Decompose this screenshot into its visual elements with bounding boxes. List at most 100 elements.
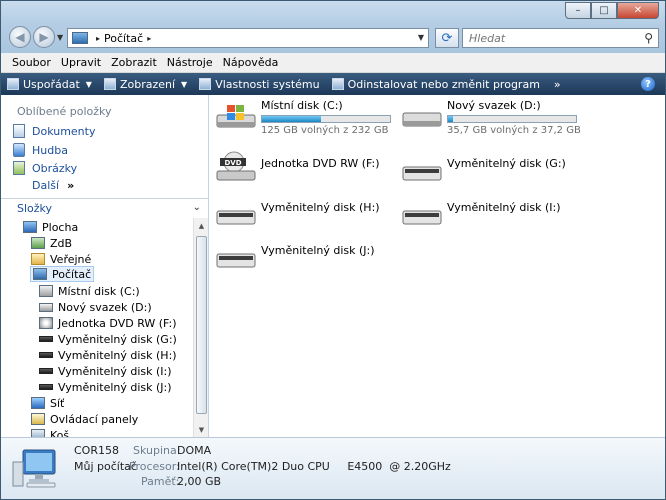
maximize-button[interactable]: □ [591, 2, 617, 19]
organize-button[interactable]: Uspořádat ▼ [7, 78, 92, 91]
windows-drive-icon [39, 285, 53, 297]
views-label: Zobrazení [119, 77, 176, 91]
organize-label: Uspořádat [23, 77, 80, 91]
search-icon[interactable]: ⚲ [644, 31, 653, 45]
drive-tile-c[interactable]: Místní disk (C:) 125 GB volných z 232 GB [216, 97, 396, 137]
drive-usage-bar [261, 115, 391, 123]
scroll-down-icon[interactable]: ▼ [194, 422, 209, 437]
favorite-label: Obrázky [32, 161, 78, 175]
tree-item-computer[interactable]: Počítač [30, 266, 95, 282]
windows-drive-icon [216, 105, 256, 128]
menu-help[interactable]: Nápověda [223, 56, 279, 69]
minimize-button[interactable]: – [565, 2, 591, 19]
tree-item-public[interactable]: Veřejné [31, 251, 91, 267]
drive-name: Vyměnitelný disk (G:) [447, 157, 566, 170]
drive-tile-d[interactable]: Nový svazek (D:) 35,7 GB volných z 37,2 … [402, 97, 582, 137]
views-button[interactable]: Zobrazení ▼ [103, 77, 187, 91]
removable-drive-icon [402, 210, 442, 225]
folder-tree: Plocha ZdB Veřejné Počítač Místní disk (… [1, 218, 193, 437]
tree-item-drive-g[interactable]: Vyměnitelný disk (G:) [39, 331, 177, 347]
tree-item-label: Veřejné [50, 252, 92, 266]
drive-name: Vyměnitelný disk (I:) [447, 201, 561, 214]
address-dropdown-icon[interactable]: ▼ [418, 33, 424, 42]
favorite-music[interactable]: Hudba [13, 141, 68, 159]
breadcrumb-separator-icon[interactable]: ▸ [96, 34, 100, 43]
drive-name: Nový svazek (D:) [447, 99, 541, 112]
drive-usage-fill [448, 116, 454, 122]
favorite-pictures[interactable]: Obrázky [13, 159, 77, 177]
tree-item-desktop[interactable]: Plocha [23, 219, 78, 235]
tree-item-drive-j[interactable]: Vyměnitelný disk (J:) [39, 379, 172, 395]
tree-item-label: Nový svazek (D:) [58, 300, 152, 314]
drive-tile-f[interactable]: DVD Jednotka DVD RW (F:) [216, 151, 396, 191]
memory-value: 2,00 GB [177, 475, 222, 488]
chevron-down-icon[interactable]: ⌄ [193, 202, 201, 213]
tree-item-label: Vyměnitelný disk (I:) [58, 364, 172, 378]
search-input[interactable] [469, 31, 629, 45]
dvd-drive-icon: DVD [216, 151, 256, 181]
menu-tools[interactable]: Nástroje [167, 56, 213, 69]
window-caption: – □ ✕ ◀ ▶ ▼ ▸ Počítač ▸ ▼ ⟳ ⚲ [1, 1, 665, 53]
tree-item-drive-f[interactable]: Jednotka DVD RW (F:) [39, 315, 177, 331]
drive-usage-bar [447, 115, 577, 123]
forward-button[interactable]: ▶ [33, 26, 55, 48]
removable-drive-icon [402, 166, 442, 181]
menu-edit[interactable]: Upravit [61, 56, 101, 69]
computer-subtitle: Můj počítač [74, 460, 137, 473]
drive-tile-j[interactable]: Vyměnitelný disk (J:) [216, 238, 396, 278]
command-bar: Uspořádat ▼ Zobrazení ▼ Vlastnosti systé… [1, 73, 665, 95]
tree-item-label: Koš [50, 428, 70, 438]
tree-item-recycle-bin[interactable]: Koš [31, 427, 69, 437]
drive-tile-h[interactable]: Vyměnitelný disk (H:) [216, 195, 396, 235]
menu-view[interactable]: Zobrazit [111, 56, 157, 69]
drive-name: Vyměnitelný disk (J:) [261, 244, 375, 257]
breadcrumb-location[interactable]: Počítač [104, 32, 143, 45]
back-button[interactable]: ◀ [9, 26, 31, 48]
tree-item-drive-i[interactable]: Vyměnitelný disk (I:) [39, 363, 172, 379]
folders-header[interactable]: Složky ⌄ [1, 198, 209, 218]
processor-value: Intel(R) Core(TM)2 Duo CPU E4500 @ 2.20G… [177, 460, 451, 473]
system-properties-button[interactable]: Vlastnosti systému [199, 78, 320, 91]
uninstall-program-icon [331, 78, 344, 90]
drive-free-space: 125 GB volných z 232 GB [261, 125, 389, 136]
help-icon[interactable]: ? [641, 77, 655, 91]
tree-item-user[interactable]: ZdB [31, 235, 72, 251]
hard-drive-icon [402, 112, 442, 127]
tree-item-label: Vyměnitelný disk (G:) [58, 332, 177, 346]
arrow-left-icon: ◀ [15, 30, 25, 44]
double-chevron-right-icon: » [67, 179, 75, 192]
tree-item-drive-c[interactable]: Místní disk (C:) [39, 283, 140, 299]
tree-item-drive-h[interactable]: Vyměnitelný disk (H:) [39, 347, 177, 363]
refresh-button[interactable]: ⟳ [435, 28, 459, 48]
system-properties-icon [199, 78, 212, 90]
uninstall-program-button[interactable]: Odinstalovat nebo změnit program [331, 78, 540, 91]
removable-drive-icon [39, 368, 53, 374]
folder-icon [31, 253, 45, 265]
views-icon [103, 78, 116, 90]
breadcrumb-separator-icon[interactable]: ▸ [147, 34, 151, 43]
search-box[interactable]: ⚲ [462, 28, 659, 48]
toolbar-more-button[interactable]: » [554, 78, 561, 91]
recent-pages-dropdown-icon[interactable]: ▼ [57, 33, 63, 42]
close-button[interactable]: ✕ [617, 2, 659, 19]
drive-name: Vyměnitelný disk (H:) [261, 201, 380, 214]
drive-tile-g[interactable]: Vyměnitelný disk (G:) [402, 151, 582, 191]
favorites-more-link[interactable]: Další » [32, 179, 74, 192]
drive-usage-fill [262, 116, 321, 122]
scroll-up-icon[interactable]: ▲ [194, 218, 209, 233]
tree-item-control-panel[interactable]: Ovládací panely [31, 411, 138, 427]
folder-tree-scrollbar[interactable]: ▲ ▼ [193, 218, 208, 437]
address-bar[interactable]: ▸ Počítač ▸ ▼ [67, 28, 429, 48]
tree-item-network[interactable]: Síť [31, 395, 64, 411]
favorites-title: Oblíbené položky [17, 105, 112, 118]
tree-item-label: Síť [50, 396, 65, 410]
user-folder-icon [31, 237, 45, 249]
menu-file[interactable]: Soubor [12, 56, 51, 69]
tree-item-drive-d[interactable]: Nový svazek (D:) [39, 299, 152, 315]
computer-icon [72, 32, 88, 44]
drive-tile-i[interactable]: Vyměnitelný disk (I:) [402, 195, 582, 235]
music-icon [13, 143, 25, 157]
favorite-documents[interactable]: Dokumenty [13, 122, 95, 140]
window-controls: – □ ✕ [565, 2, 659, 19]
scrollbar-thumb[interactable] [196, 236, 207, 414]
